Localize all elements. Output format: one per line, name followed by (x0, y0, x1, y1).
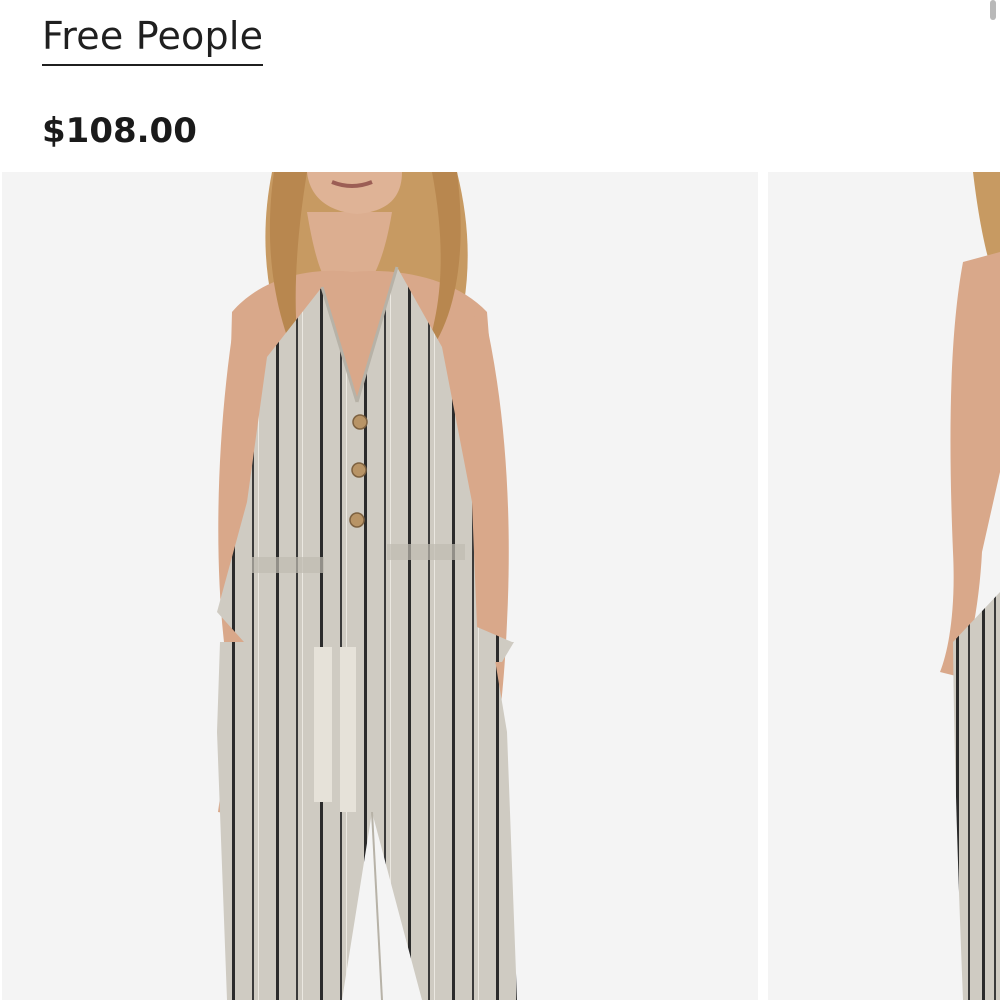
product-image-side[interactable] (768, 172, 1000, 1000)
product-price: $108.00 (42, 111, 197, 151)
image-gallery[interactable] (0, 172, 1000, 1000)
product-image-front[interactable] (2, 172, 758, 1000)
product-photo-side-icon (940, 172, 1000, 1000)
scrollbar[interactable] (990, 0, 996, 20)
brand-link[interactable]: Free People (42, 12, 264, 66)
product-page: Free People $108.00 (0, 0, 1000, 1000)
product-photo-front-icon (217, 172, 517, 1000)
